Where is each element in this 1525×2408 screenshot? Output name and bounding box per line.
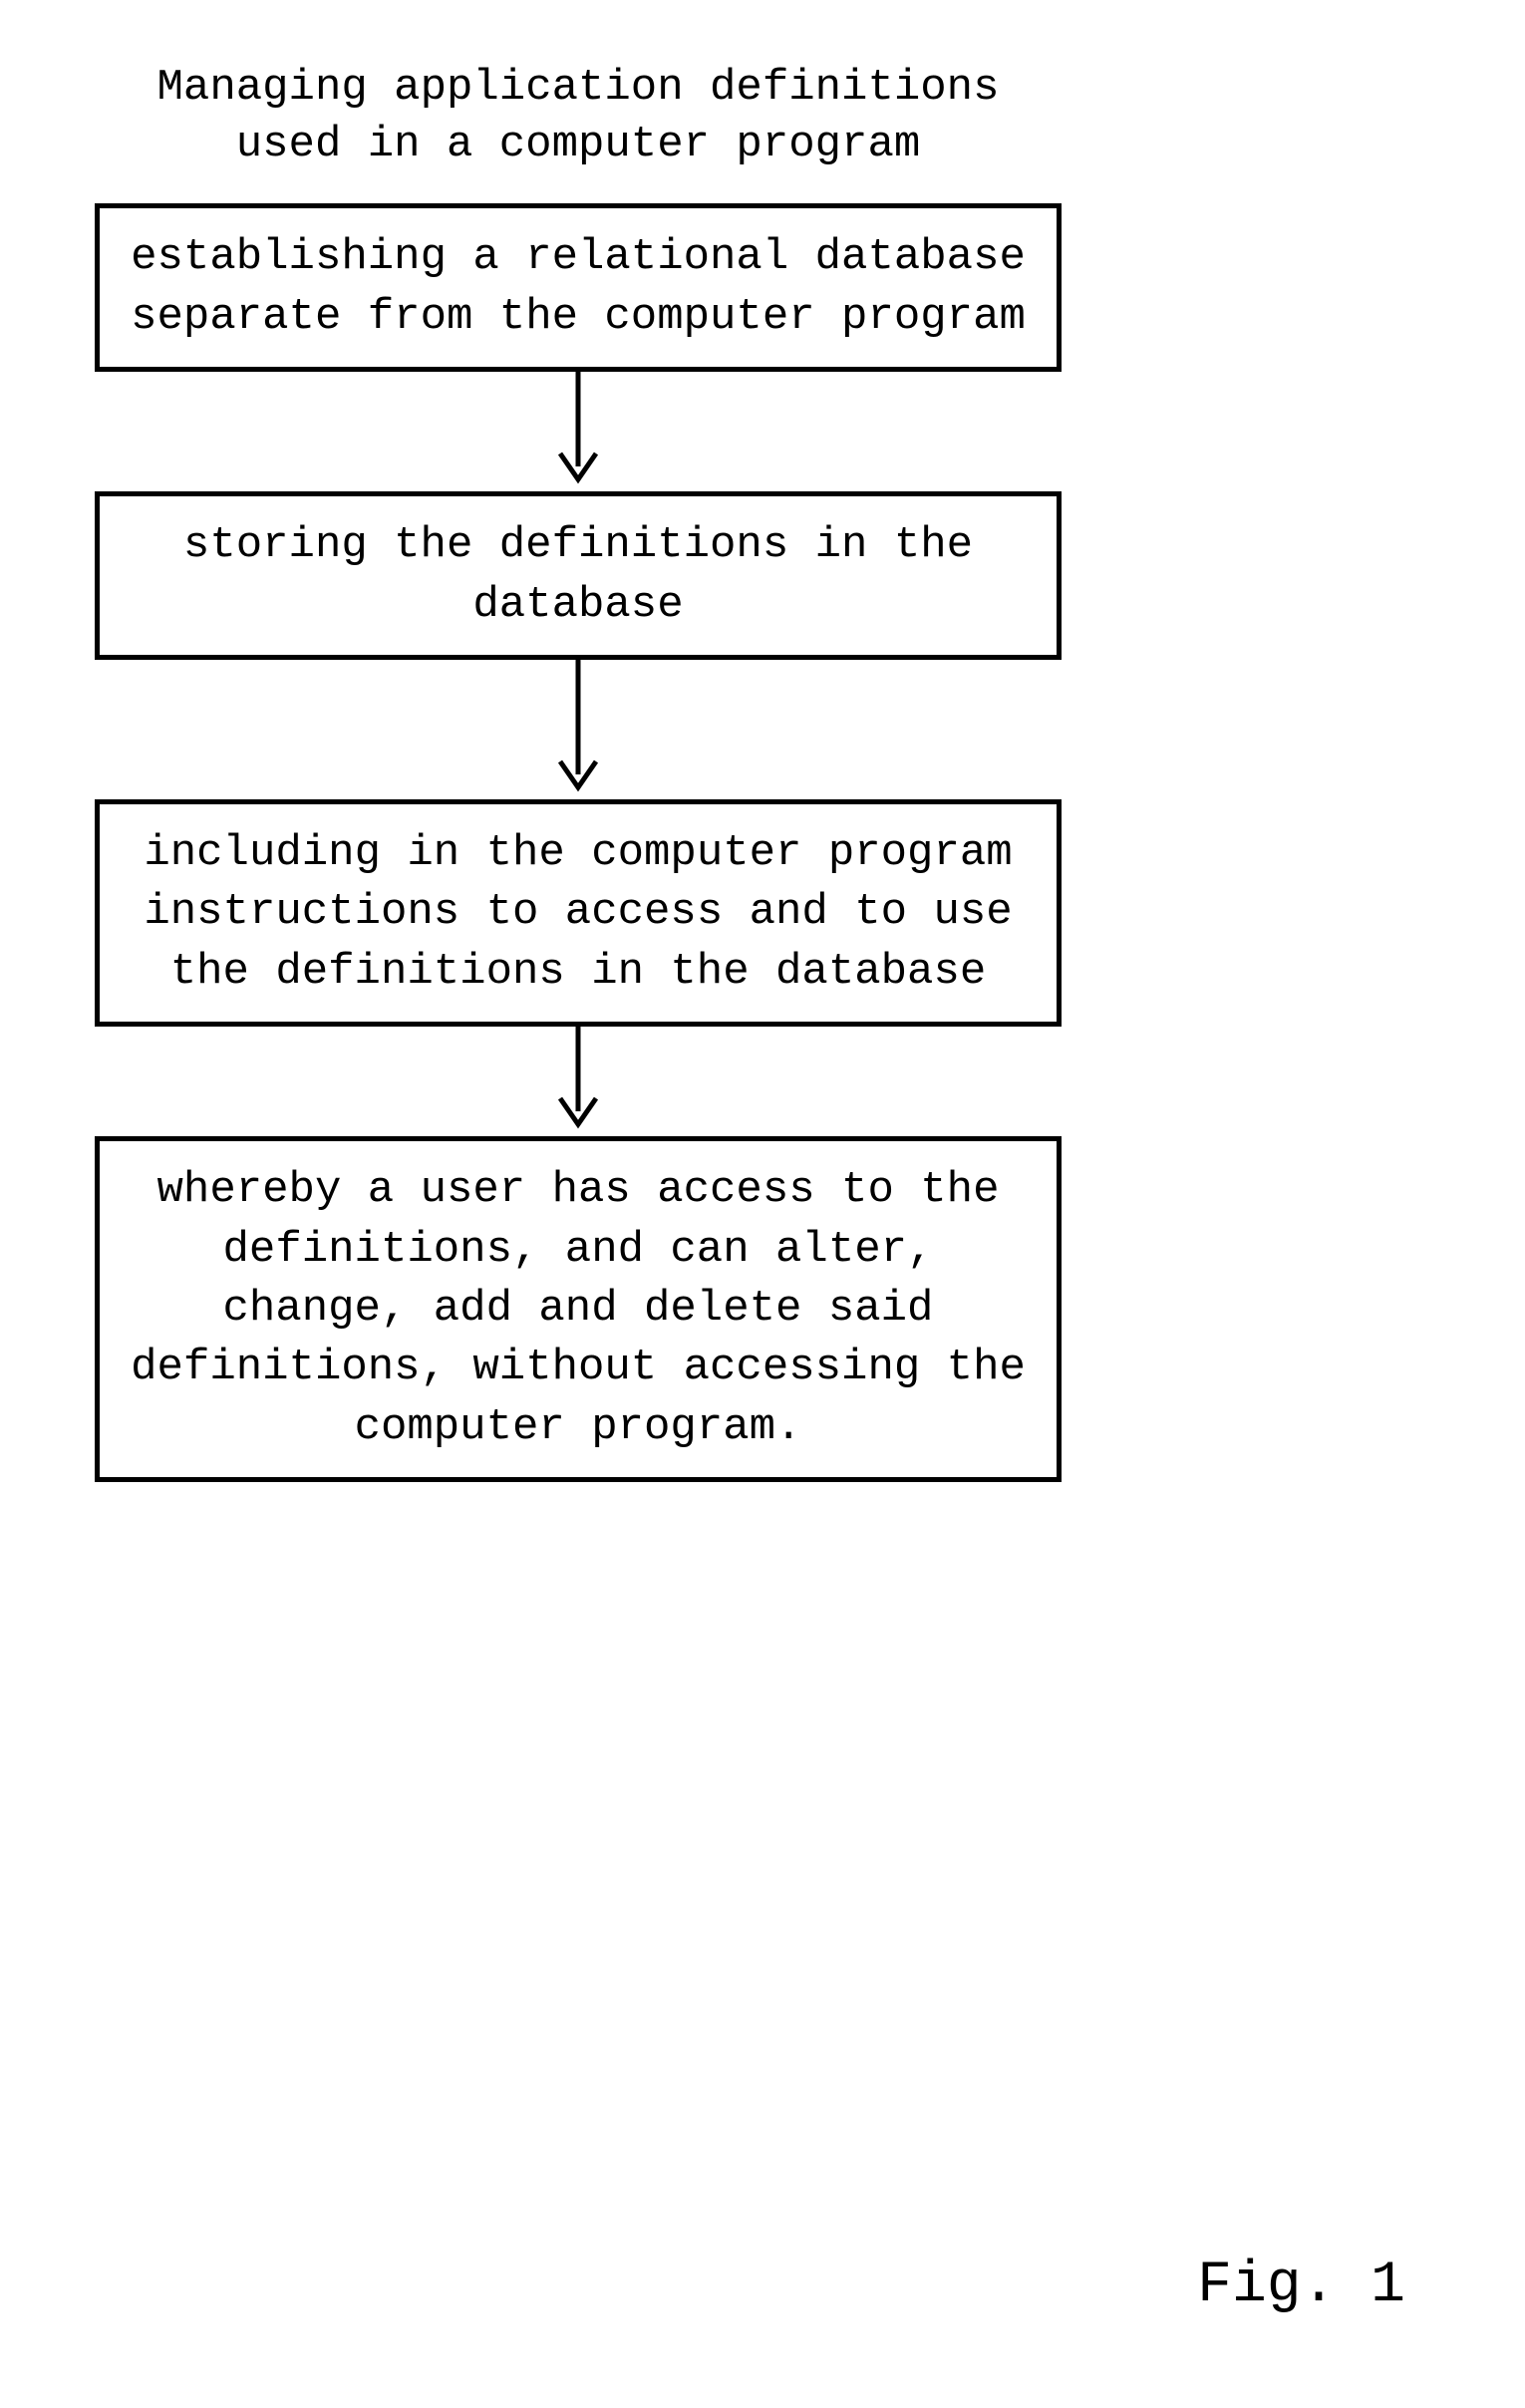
flow-box-4-text: whereby a user has access to the definit… — [131, 1165, 1026, 1452]
arrow-1 — [80, 372, 1076, 491]
flow-box-2-text: storing the definitions in the database — [183, 520, 973, 629]
flow-box-3-text: including in the computer program instru… — [144, 828, 1012, 997]
flowchart-container: Managing application definitions used in… — [80, 60, 1076, 1482]
down-arrow-icon — [548, 660, 608, 799]
flow-box-3: including in the computer program instru… — [95, 799, 1062, 1027]
title-line-1: Managing application definitions — [157, 63, 1000, 113]
down-arrow-icon — [548, 1027, 608, 1136]
diagram-title: Managing application definitions used in… — [80, 60, 1076, 173]
down-arrow-icon — [548, 372, 608, 491]
flow-box-4: whereby a user has access to the definit… — [95, 1136, 1062, 1482]
arrow-2 — [80, 660, 1076, 799]
arrow-3 — [80, 1027, 1076, 1136]
flow-box-2: storing the definitions in the database — [95, 491, 1062, 660]
flow-box-1-text: establishing a relational database separ… — [131, 232, 1026, 341]
flow-box-1: establishing a relational database separ… — [95, 203, 1062, 372]
figure-label: Fig. 1 — [1197, 2254, 1405, 2318]
title-line-2: used in a computer program — [236, 120, 921, 169]
